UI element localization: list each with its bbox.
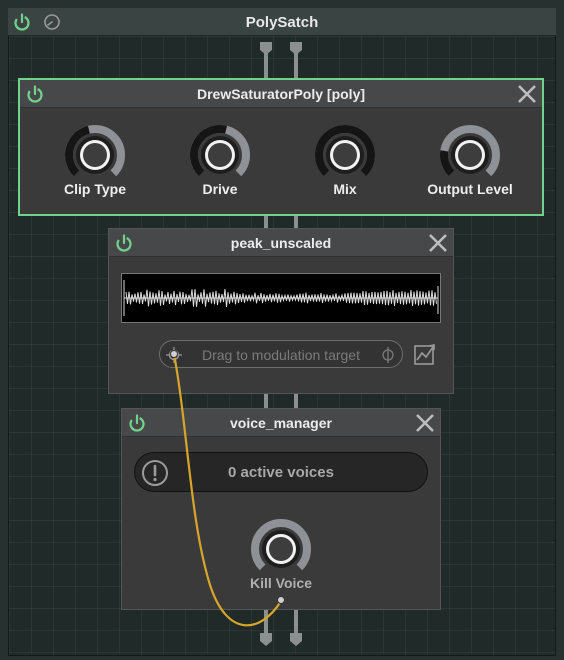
knob-clip-type[interactable] [64,124,126,186]
waveform-display [123,280,439,316]
output-connector-icon [260,633,302,646]
window-title: PolySatch [245,14,319,31]
knob-label: Mix [333,181,357,197]
phase-icon [382,347,394,363]
modulation-graph-icon[interactable] [413,342,437,366]
knob-output-level[interactable] [439,124,501,186]
device-header: voice_manager [122,409,440,437]
active-voices-text: 0 active voices [228,464,334,481]
knob-label: Clip Type [64,181,126,197]
close-icon[interactable] [414,412,436,434]
knob-drive[interactable] [189,124,251,186]
close-icon[interactable] [427,232,449,254]
input-connector-icon [260,42,302,55]
signal-scope [121,273,441,323]
device-body: Clip Type Drive Mix Output Level [20,109,542,214]
close-icon[interactable] [516,83,538,105]
modulation-drag-target[interactable]: Drag to modulation target [159,340,403,368]
device-voice-manager[interactable]: voice_manager 0 active voices Kill Voice [121,408,441,610]
knob-label: Drive [202,181,238,197]
device-title: peak_unscaled [230,235,332,251]
device-header: DrewSaturatorPoly [poly] [20,80,542,108]
voice-status: 0 active voices [134,452,428,492]
device-header: peak_unscaled [109,229,453,257]
device-body: 0 active voices Kill Voice [122,438,440,609]
modulation-hint: Drag to modulation target [202,347,360,363]
knob-kill-voice[interactable] [250,518,312,580]
device-title: voice_manager [230,415,332,431]
device-body: Drag to modulation target [109,258,453,393]
device-peak-unscaled[interactable]: peak_unscaled Drag to modulation target [108,228,454,394]
window-titlebar: PolySatch [8,8,556,36]
device-saturator[interactable]: DrewSaturatorPoly [poly] Clip Type Drive… [18,78,544,216]
device-title: DrewSaturatorPoly [poly] [196,86,366,102]
knob-label: Kill Voice [250,575,312,591]
knob-label: Output Level [427,181,513,197]
knob-mix[interactable] [314,124,376,186]
